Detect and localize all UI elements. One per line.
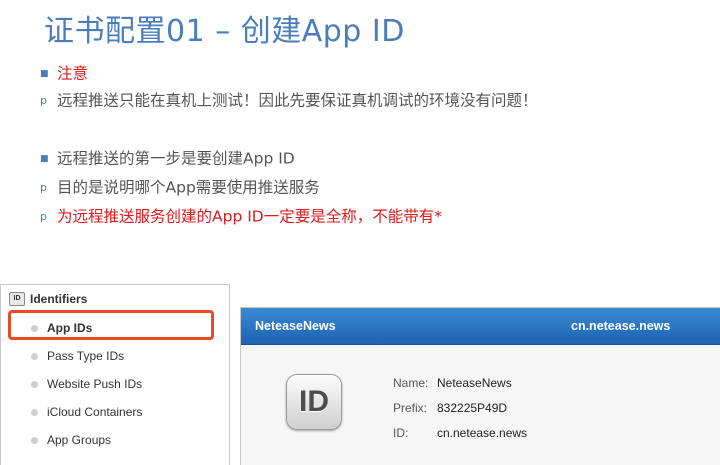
bullet-dot-icon bbox=[31, 380, 38, 388]
bullet-marker-p: p bbox=[40, 180, 47, 194]
field-name: Name: NeteaseNews bbox=[393, 376, 512, 390]
bullet-text: 注意 bbox=[57, 64, 89, 83]
app-bundle-id: cn.netease.news bbox=[571, 319, 671, 333]
bullet-text: 目的是说明哪个App需要使用推送服务 bbox=[57, 178, 320, 197]
bullet-item: ■ 远程推送的第一步是要创建App ID bbox=[40, 148, 295, 169]
sidebar-item-label: iCloud Containers bbox=[47, 405, 143, 419]
sidebar-item-app-groups[interactable]: App Groups bbox=[31, 432, 111, 448]
field-key: Name: bbox=[393, 376, 429, 390]
sidebar-item-pass-type-ids[interactable]: Pass Type IDs bbox=[31, 348, 124, 364]
app-id-card-header[interactable]: NeteaseNews cn.netease.news bbox=[241, 308, 720, 345]
identifiers-header: ID Identifiers bbox=[9, 291, 87, 307]
field-value: cn.netease.news bbox=[437, 426, 528, 440]
bullet-marker-square: ■ bbox=[40, 153, 49, 164]
bullet-item: ■ 注意 bbox=[40, 63, 88, 84]
highlight-box bbox=[8, 310, 214, 340]
bullet-item: p 远程推送只能在真机上测试！因此先要保证真机调试的环境没有问题！ bbox=[40, 90, 538, 111]
sidebar-item-icloud-containers[interactable]: iCloud Containers bbox=[31, 404, 142, 420]
bullet-marker-p: p bbox=[40, 93, 47, 107]
sidebar-item-label: App Groups bbox=[47, 433, 112, 447]
field-prefix: Prefix: 832225P49D bbox=[393, 401, 507, 415]
sidebar-item-label: Website Push IDs bbox=[47, 377, 143, 391]
bullet-marker-p: p bbox=[40, 209, 47, 223]
bullet-item: p 目的是说明哪个App需要使用推送服务 bbox=[40, 177, 320, 198]
bullet-text: 为远程推送服务创建的App ID一定要是全称，不能带有* bbox=[57, 207, 442, 226]
field-id: ID: cn.netease.news bbox=[393, 426, 527, 440]
identifiers-header-label: Identifiers bbox=[30, 292, 88, 306]
id-badge-icon: ID bbox=[9, 292, 25, 306]
slide-title: 证书配置01 – 创建App ID bbox=[44, 14, 405, 49]
bullet-dot-icon bbox=[31, 408, 38, 416]
bullet-text: 远程推送只能在真机上测试！因此先要保证真机调试的环境没有问题！ bbox=[57, 91, 538, 110]
bullet-dot-icon bbox=[31, 352, 38, 360]
app-id-card: NeteaseNews cn.netease.news ID Name: Nete… bbox=[240, 307, 720, 465]
field-key: Prefix: bbox=[393, 401, 428, 415]
bullet-marker-square: ■ bbox=[40, 68, 49, 79]
bullet-dot-icon bbox=[31, 436, 38, 444]
sidebar-item-website-push-ids[interactable]: Website Push IDs bbox=[31, 376, 142, 392]
bullet-item: p 为远程推送服务创建的App ID一定要是全称，不能带有* bbox=[40, 206, 442, 227]
bullet-text: 远程推送的第一步是要创建App ID bbox=[57, 149, 295, 168]
field-key: ID: bbox=[393, 426, 409, 440]
field-value: NeteaseNews bbox=[437, 376, 512, 390]
field-value: 832225P49D bbox=[437, 401, 508, 415]
app-name: NeteaseNews bbox=[255, 319, 336, 333]
app-id-icon: ID bbox=[286, 374, 342, 430]
sidebar-item-label: Pass Type IDs bbox=[47, 349, 125, 363]
